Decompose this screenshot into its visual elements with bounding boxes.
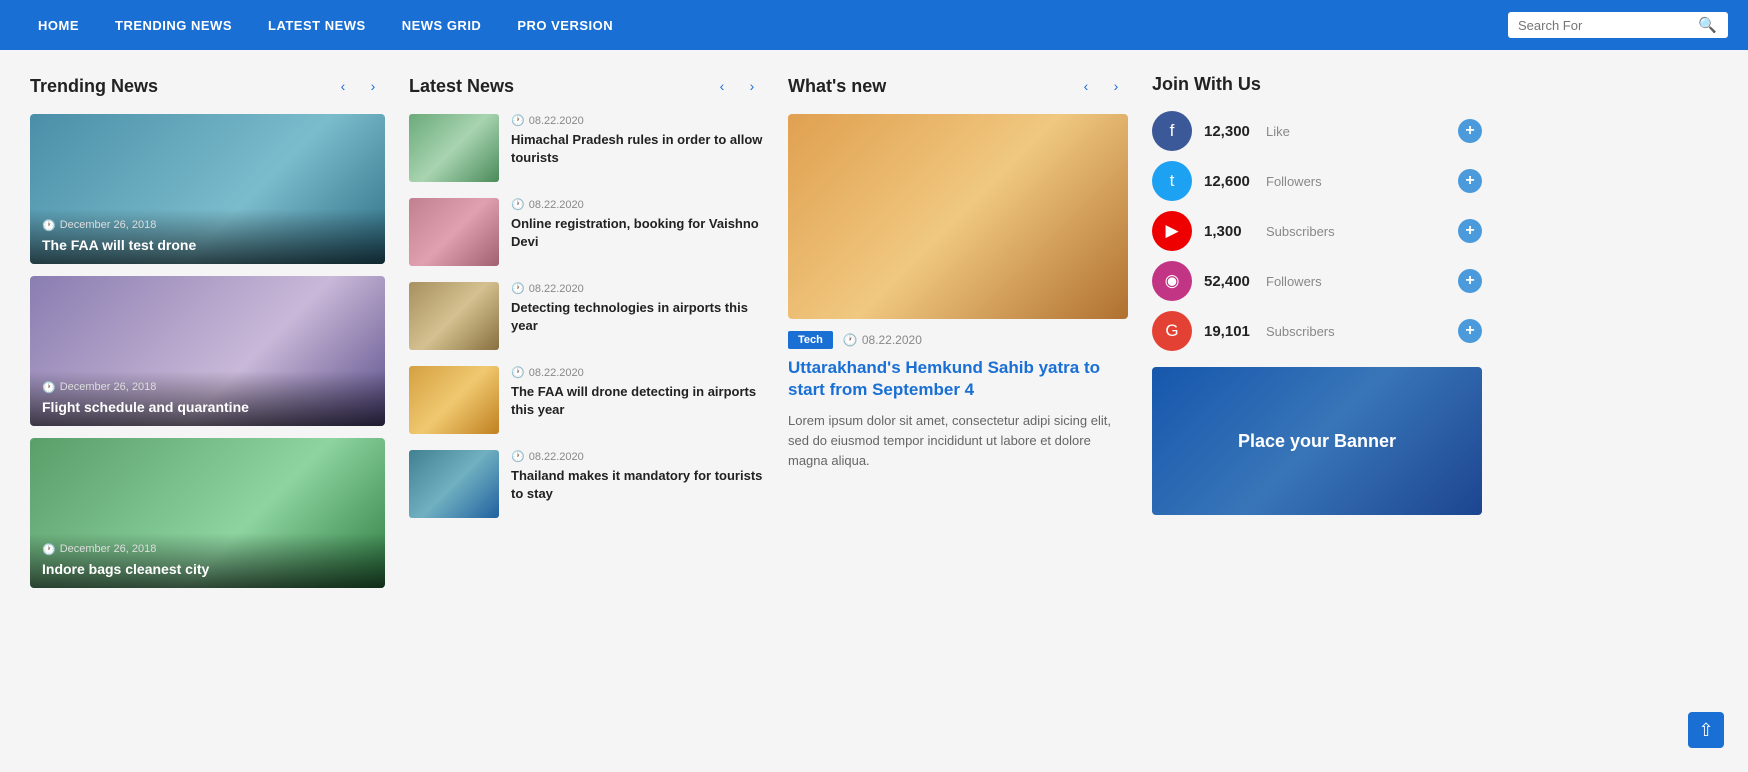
wn-body: Lorem ipsum dolor sit amet, consectetur … xyxy=(788,411,1128,471)
trending-title-3: Indore bags cleanest city xyxy=(42,560,373,578)
latest-item-1[interactable]: 🕐 08.22.2020 Himachal Pradesh rules in o… xyxy=(409,114,764,182)
yt-label: Subscribers xyxy=(1266,224,1446,239)
clock-icon-3: 🕐 xyxy=(42,543,56,556)
latest-title-5: Thailand makes it mandatory for tourists… xyxy=(511,467,764,502)
trending-prev[interactable]: ‹ xyxy=(331,74,355,98)
tw-label: Followers xyxy=(1266,174,1446,189)
search-icon: 🔍 xyxy=(1698,16,1717,34)
search-box: 🔍 xyxy=(1508,12,1728,38)
wn-date: 🕐 08.22.2020 xyxy=(843,333,922,347)
instagram-icon[interactable]: ◉ xyxy=(1152,261,1192,301)
latest-prev[interactable]: ‹ xyxy=(710,74,734,98)
nav-trending[interactable]: TRENDING NEWS xyxy=(97,0,250,50)
latest-heading: Latest News xyxy=(409,76,514,97)
trending-title-2: Flight schedule and quarantine xyxy=(42,398,373,416)
banner-box[interactable]: Place your Banner xyxy=(1152,367,1482,515)
join-heading: Join With Us xyxy=(1152,74,1261,95)
social-row-tw: t 12,600 Followers + xyxy=(1152,161,1482,201)
tw-count: 12,600 xyxy=(1204,173,1254,190)
facebook-icon[interactable]: f xyxy=(1152,111,1192,151)
tw-plus[interactable]: + xyxy=(1458,169,1482,193)
ig-label: Followers xyxy=(1266,274,1446,289)
nav-pro[interactable]: PRO VERSION xyxy=(499,0,631,50)
nav-grid[interactable]: NEWS GRID xyxy=(384,0,500,50)
latest-item-4[interactable]: 🕐 08.22.2020 The FAA will drone detectin… xyxy=(409,366,764,434)
latest-title-3: Detecting technologies in airports this … xyxy=(511,299,764,334)
yt-plus[interactable]: + xyxy=(1458,219,1482,243)
clock-icon-l3: 🕐 xyxy=(511,282,525,295)
clock-icon-1: 🕐 xyxy=(42,219,56,232)
whats-new-next[interactable]: › xyxy=(1104,74,1128,98)
nav-latest[interactable]: LATEST NEWS xyxy=(250,0,384,50)
latest-item-5[interactable]: 🕐 08.22.2020 Thailand makes it mandatory… xyxy=(409,450,764,518)
whats-new-heading: What's new xyxy=(788,76,886,97)
join-section: Join With Us f 12,300 Like + t 12,600 Fo… xyxy=(1152,74,1482,588)
clock-icon-l5: 🕐 xyxy=(511,450,525,463)
fb-label: Like xyxy=(1266,124,1446,139)
clock-icon-l2: 🕐 xyxy=(511,198,525,211)
fb-count: 12,300 xyxy=(1204,123,1254,140)
fb-plus[interactable]: + xyxy=(1458,119,1482,143)
trending-card-1[interactable]: 🕐 December 26, 2018 The FAA will test dr… xyxy=(30,114,385,264)
search-input[interactable] xyxy=(1518,18,1698,33)
navbar: HOME TRENDING NEWS LATEST NEWS NEWS GRID… xyxy=(0,0,1748,50)
latest-next[interactable]: › xyxy=(740,74,764,98)
banner-text: Place your Banner xyxy=(1238,431,1396,452)
clock-icon-l4: 🕐 xyxy=(511,366,525,379)
whats-new-image xyxy=(788,114,1128,319)
trending-card-2[interactable]: 🕐 December 26, 2018 Flight schedule and … xyxy=(30,276,385,426)
whats-new-section: What's new ‹ › Tech 🕐 08.22.2020 Uttarak… xyxy=(788,74,1128,588)
clock-icon-l1: 🕐 xyxy=(511,114,525,127)
latest-item-2[interactable]: 🕐 08.22.2020 Online registration, bookin… xyxy=(409,198,764,266)
trending-next[interactable]: › xyxy=(361,74,385,98)
nav-home[interactable]: HOME xyxy=(20,0,97,50)
social-row-yt: ▶ 1,300 Subscribers + xyxy=(1152,211,1482,251)
gg-label: Subscribers xyxy=(1266,324,1446,339)
wn-title[interactable]: Uttarakhand's Hemkund Sahib yatra to sta… xyxy=(788,357,1128,401)
scroll-to-top[interactable]: ⇧ xyxy=(1688,712,1724,748)
latest-title-2: Online registration, booking for Vaishno… xyxy=(511,215,764,250)
social-row-ig: ◉ 52,400 Followers + xyxy=(1152,261,1482,301)
trending-title-1: The FAA will test drone xyxy=(42,236,373,254)
ig-plus[interactable]: + xyxy=(1458,269,1482,293)
google-icon[interactable]: G xyxy=(1152,311,1192,351)
latest-title-4: The FAA will drone detecting in airports… xyxy=(511,383,764,418)
twitter-icon[interactable]: t xyxy=(1152,161,1192,201)
gg-count: 19,101 xyxy=(1204,323,1254,340)
trending-card-3[interactable]: 🕐 December 26, 2018 Indore bags cleanest… xyxy=(30,438,385,588)
social-row-fb: f 12,300 Like + xyxy=(1152,111,1482,151)
whats-new-prev[interactable]: ‹ xyxy=(1074,74,1098,98)
latest-section: Latest News ‹ › 🕐 08.22.2020 Himachal Pr… xyxy=(409,74,764,588)
latest-title-1: Himachal Pradesh rules in order to allow… xyxy=(511,131,764,166)
yt-count: 1,300 xyxy=(1204,223,1254,240)
wn-tag: Tech xyxy=(788,331,833,349)
clock-icon-wn: 🕐 xyxy=(843,333,858,347)
latest-item-3[interactable]: 🕐 08.22.2020 Detecting technologies in a… xyxy=(409,282,764,350)
gg-plus[interactable]: + xyxy=(1458,319,1482,343)
trending-section: Trending News ‹ › 🕐 December 26, 2018 Th… xyxy=(30,74,385,588)
trending-heading: Trending News xyxy=(30,76,158,97)
social-row-gg: G 19,101 Subscribers + xyxy=(1152,311,1482,351)
clock-icon-2: 🕐 xyxy=(42,381,56,394)
ig-count: 52,400 xyxy=(1204,273,1254,290)
youtube-icon[interactable]: ▶ xyxy=(1152,211,1192,251)
